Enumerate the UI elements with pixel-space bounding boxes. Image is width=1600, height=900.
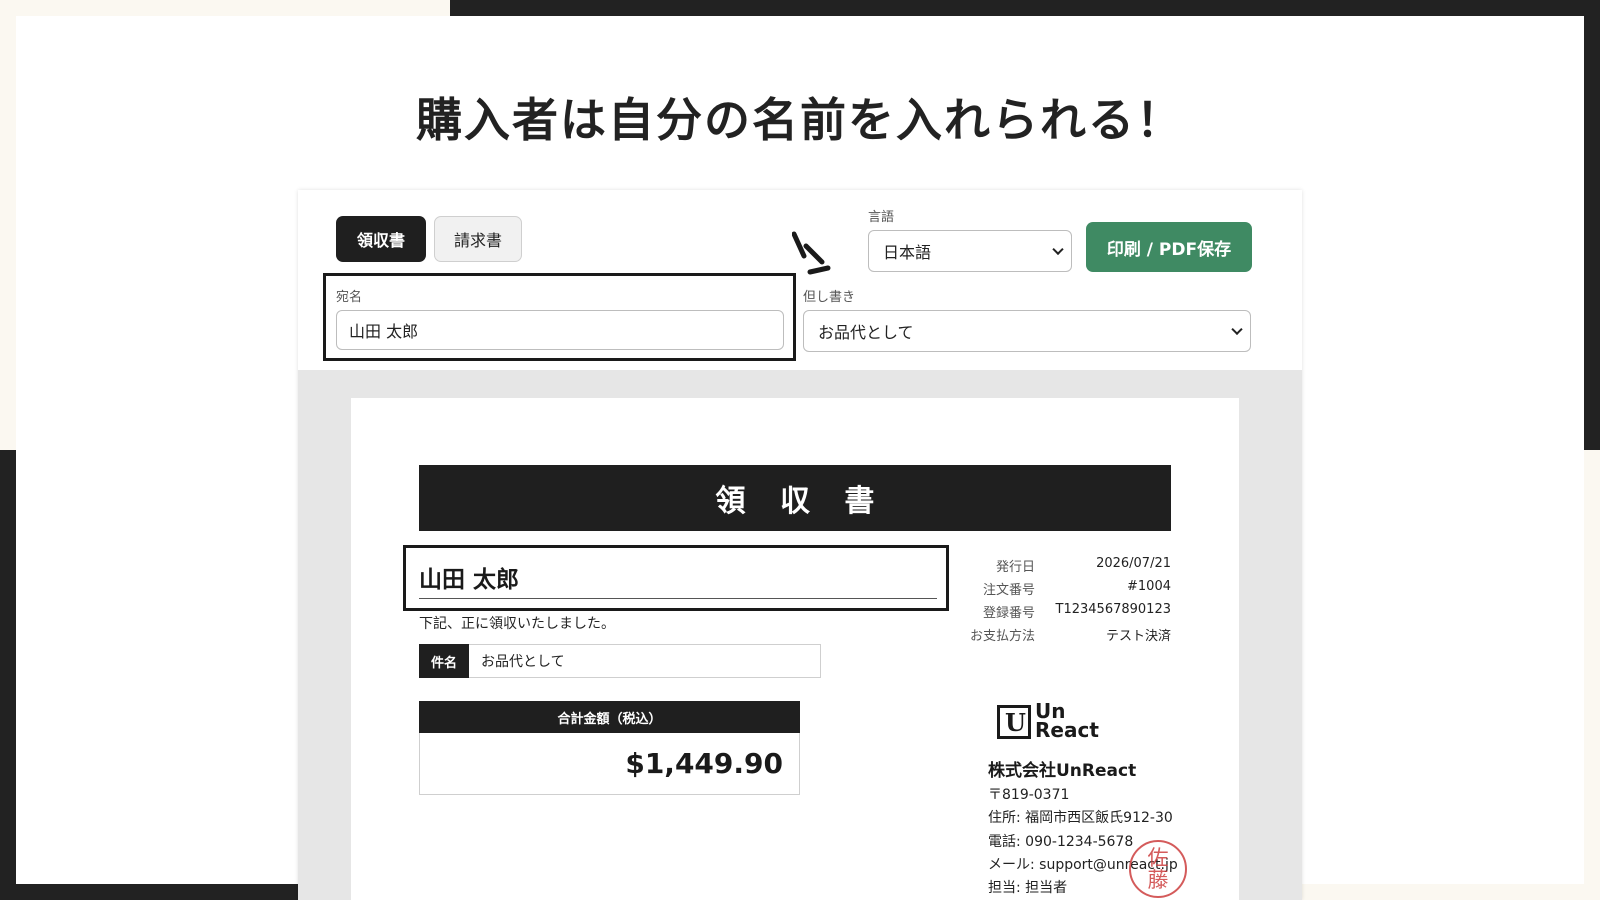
settings-toolbar: 領収書 請求書 言語 日本語 印刷 / PDF保存 宛名 山田 太郎 但し書き … <box>298 190 1302 370</box>
subject-label: 件名 <box>419 644 469 678</box>
total-amount: $1,449.90 <box>625 747 783 780</box>
language-label: 言語 <box>868 210 895 225</box>
total-box: $1,449.90 <box>419 733 800 795</box>
company-contact: 担当: 担当者 <box>988 880 1068 896</box>
company-phone: 電話: 090-1234-5678 <box>988 834 1134 850</box>
logo-mark: U <box>997 705 1031 739</box>
slide-headline: 購入者は自分の名前を入れられる！ <box>416 93 1184 147</box>
recipient-highlight-frame <box>403 545 949 611</box>
meta-value: 2026/07/21 <box>1096 556 1171 571</box>
decor-frame-right <box>1584 0 1600 450</box>
language-select-value: 日本語 <box>883 243 932 262</box>
meta-value: テスト決済 <box>1105 629 1171 644</box>
decor-frame-top <box>450 0 1600 16</box>
company-logo: U Un React <box>997 701 1107 743</box>
receipt-paper: 領 収 書 山田 太郎 下記、正に領収いたしました。 件名 お品代として 合計金… <box>351 398 1239 900</box>
memo-select[interactable]: お品代として <box>803 310 1251 352</box>
emphasis-marks-icon <box>792 231 831 275</box>
meta-row-issue-date: 発行日 2026/07/21 <box>921 556 1171 578</box>
total-label: 合計金額（税込） <box>419 701 800 733</box>
meta-row-registration-number: 登録番号 T1234567890123 <box>921 602 1171 624</box>
addressee-highlight-frame <box>323 273 796 361</box>
received-statement: 下記、正に領収いたしました。 <box>419 616 615 632</box>
decor-frame-left <box>0 450 16 900</box>
company-postal-code: 〒819-0371 <box>988 787 1070 803</box>
print-pdf-button[interactable]: 印刷 / PDF保存 <box>1086 222 1252 272</box>
stamp-char-1: 佐 <box>1147 846 1169 870</box>
meta-key: 注文番号 <box>982 583 1035 598</box>
decor-frame-bottom <box>0 884 300 900</box>
memo-select-value: お品代として <box>818 323 914 342</box>
tab-invoice[interactable]: 請求書 <box>434 216 522 262</box>
meta-row-order-number: 注文番号 #1004 <box>921 579 1171 601</box>
meta-row-payment-method: お支払方法 テスト決済 <box>921 625 1171 647</box>
logo-letter: U <box>1005 708 1026 737</box>
receipt-title: 領 収 書 <box>419 465 1171 531</box>
receipt-app-window: 領収書 請求書 言語 日本語 印刷 / PDF保存 宛名 山田 太郎 但し書き … <box>298 190 1302 900</box>
chevron-down-icon <box>1231 323 1243 336</box>
language-select[interactable]: 日本語 <box>868 230 1072 272</box>
tab-receipt[interactable]: 領収書 <box>336 216 426 262</box>
meta-value: #1004 <box>1127 579 1171 594</box>
meta-key: 発行日 <box>995 560 1035 575</box>
company-address: 住所: 福岡市西区飯氏912-30 <box>988 810 1173 826</box>
subject-value: お品代として <box>469 644 821 678</box>
meta-value: T1234567890123 <box>1055 602 1171 617</box>
stamp-char-2: 藤 <box>1147 868 1169 892</box>
chevron-down-icon <box>1052 243 1064 256</box>
seal-stamp: 佐 藤 <box>1129 840 1187 898</box>
meta-key: 登録番号 <box>982 606 1035 621</box>
meta-key: お支払方法 <box>969 629 1035 644</box>
company-name: 株式会社UnReact <box>988 761 1137 781</box>
memo-label: 但し書き <box>803 290 856 305</box>
logo-text-line2: React <box>1035 718 1099 742</box>
